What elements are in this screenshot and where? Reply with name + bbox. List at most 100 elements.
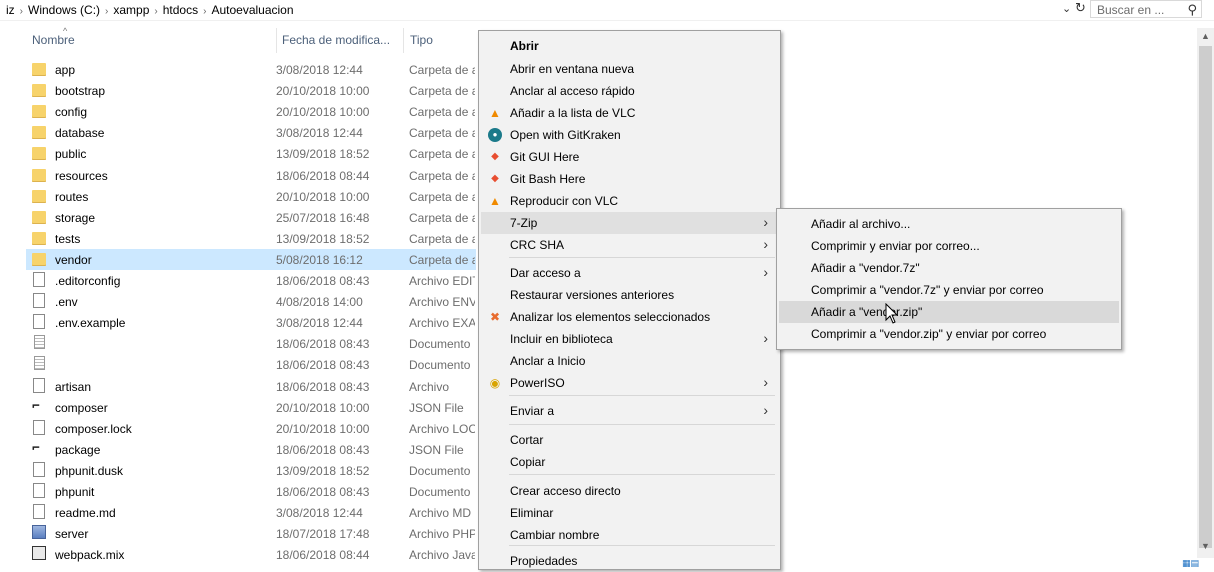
column-divider[interactable] [276, 28, 277, 53]
file-date: 3/08/2018 12:44 [276, 126, 363, 141]
menu-item-reproducir-con-vlc[interactable]: ▲ Reproducir con VLC [481, 190, 778, 212]
address-bar[interactable]: iz › Windows (C:) › xampp › htdocs › Autoevaluac… [0, 0, 1214, 21]
menu-item-copiar[interactable]: Copiar [481, 451, 778, 473]
menu-item-anclar-al-acceso-rapido[interactable]: Anclar al acceso rápido [481, 80, 778, 102]
file-row[interactable]: .env 4/08/2018 14:00 Archivo ENV [26, 291, 476, 312]
menu-item-cambiar-nombre[interactable]: Cambiar nombre [481, 524, 778, 546]
file-row[interactable]: routes 20/10/2018 10:00 Carpeta de a [26, 186, 476, 207]
menu-item-anclar-a-inicio[interactable]: Anclar a Inicio [481, 350, 778, 372]
file-row[interactable]: storage 25/07/2018 16:48 Carpeta de a [26, 207, 476, 228]
file-type: Documento [409, 358, 471, 373]
submenu-item-anadir-a-vendor-7z[interactable]: Añadir a "vendor.7z" [779, 257, 1119, 279]
file-icon [33, 377, 45, 393]
menu-item-abrir[interactable]: Abrir [481, 35, 778, 57]
file-row[interactable]: webpack.mix 18/06/2018 08:44 Archivo Java [26, 544, 476, 565]
file-type: Archivo Java [409, 548, 475, 563]
submenu-item-anadir-al-archivo[interactable]: Añadir al archivo... [779, 213, 1119, 235]
breadcrumb-item[interactable]: htdocs [163, 3, 198, 17]
submenu-item-label: Comprimir a "vendor.7z" y enviar por cor… [811, 283, 1044, 297]
mouse-cursor-icon [885, 303, 899, 324]
submenu-item-comprimir-a-vendor-7z-y-enviar-por-correo[interactable]: Comprimir a "vendor.7z" y enviar por cor… [779, 279, 1119, 301]
column-header-name[interactable]: Nombre [32, 33, 75, 47]
menu-item-label: Cambiar nombre [510, 528, 600, 542]
file-name: phpunit.dusk [55, 463, 124, 478]
submenu-item-label: Comprimir y enviar por correo... [811, 239, 980, 253]
file-row[interactable]: .env.example 3/08/2018 12:44 Archivo EXA [26, 312, 476, 333]
scroll-up-icon[interactable]: ▲ [1197, 28, 1214, 44]
file-row[interactable]: bootstrap 20/10/2018 10:00 Carpeta de a [26, 80, 476, 101]
breadcrumb-item[interactable]: Windows (C:) [28, 3, 100, 17]
menu-item-enviar-a[interactable]: Enviar a › [481, 400, 778, 422]
menu-item-propiedades[interactable]: Propiedades [481, 550, 778, 572]
file-date: 18/06/2018 08:43 [276, 442, 370, 457]
view-mode-icon[interactable]: ▦▤ [1182, 558, 1199, 569]
file-name: public [55, 147, 87, 162]
file-type: Archivo MD [409, 506, 472, 521]
file-row[interactable]: phpunit.dusk 13/09/2018 18:52 Documento [26, 460, 476, 481]
submenu-arrow-icon: › [763, 236, 768, 252]
menu-item-crc-sha[interactable]: CRC SHA › [481, 234, 778, 256]
submenu-item-comprimir-y-enviar-por-correo[interactable]: Comprimir y enviar por correo... [779, 235, 1119, 257]
file-row[interactable]: app 3/08/2018 12:44 Carpeta de a [26, 59, 476, 80]
file-date: 18/07/2018 17:48 [276, 527, 370, 542]
file-row[interactable]: vendor 5/08/2018 16:12 Carpeta de a [26, 248, 476, 270]
file-name: storage [55, 210, 96, 225]
analyze-icon: ✖ [489, 310, 501, 324]
gitkraken-icon: ● [488, 128, 502, 142]
search-input[interactable]: Buscar en ... ⚲ [1090, 0, 1202, 18]
address-dropdown-icon[interactable]: ⌄ [1062, 2, 1071, 15]
scroll-thumb[interactable] [1199, 46, 1212, 548]
menu-item-7-zip[interactable]: 7-Zip › [481, 212, 778, 234]
file-row[interactable]: tests 13/09/2018 18:52 Carpeta de a [26, 228, 476, 249]
file-row[interactable]: public 13/09/2018 18:52 Carpeta de a [26, 143, 476, 164]
column-header-type[interactable]: Tipo [410, 33, 433, 47]
column-divider[interactable] [403, 28, 404, 53]
menu-item-open-with-gitkraken[interactable]: ● Open with GitKraken [481, 124, 778, 146]
file-row[interactable]: 18/06/2018 08:43 Documento [26, 333, 476, 354]
breadcrumb-item[interactable]: xampp [113, 3, 149, 17]
file-type: Carpeta de a [409, 147, 475, 162]
menu-item-crear-acceso-directo[interactable]: Crear acceso directo [481, 480, 778, 502]
menu-item-incluir-en-biblioteca[interactable]: Incluir en biblioteca › [481, 328, 778, 350]
submenu-item-anadir-a-vendor-zip[interactable]: Añadir a "vendor.zip" [779, 301, 1119, 323]
menu-item-eliminar[interactable]: Eliminar [481, 502, 778, 524]
file-row[interactable]: resources 18/06/2018 08:44 Carpeta de a [26, 165, 476, 186]
file-row[interactable]: database 3/08/2018 12:44 Carpeta de a [26, 122, 476, 143]
menu-item-anadir-a-la-lista-de-vlc[interactable]: ▲ Añadir a la lista de VLC [481, 102, 778, 124]
submenu-item-comprimir-a-vendor-zip-y-enviar-por-correo[interactable]: Comprimir a "vendor.zip" y enviar por co… [779, 323, 1119, 345]
breadcrumb-item[interactable]: iz [6, 3, 15, 17]
menu-item-restaurar-versiones-anteriores[interactable]: Restaurar versiones anteriores [481, 284, 778, 306]
menu-item-label: Abrir [510, 39, 539, 53]
menu-separator [509, 424, 775, 425]
menu-separator [509, 545, 775, 546]
file-row[interactable]: .editorconfig 18/06/2018 08:43 Archivo EDI… [26, 270, 476, 291]
menu-item-label: Anclar al acceso rápido [510, 84, 635, 98]
file-row[interactable]: artisan 18/06/2018 08:43 Archivo [26, 376, 476, 397]
file-row[interactable]: server 18/07/2018 17:48 Archivo PHP [26, 523, 476, 544]
file-row[interactable]: 18/06/2018 08:43 Documento [26, 354, 476, 375]
refresh-icon[interactable]: ↻ [1075, 0, 1086, 16]
file-date: 13/09/2018 18:52 [276, 463, 370, 478]
menu-item-analizar-los-elementos-seleccionados[interactable]: ✖ Analizar los elementos seleccionados [481, 306, 778, 328]
file-row[interactable]: readme.md 3/08/2018 12:44 Archivo MD [26, 502, 476, 523]
file-row[interactable]: phpunit 18/06/2018 08:43 Documento [26, 481, 476, 502]
file-row[interactable]: composer.lock 20/10/2018 10:00 Archivo LOC [26, 418, 476, 439]
menu-item-git-gui-here[interactable]: ◆ Git GUI Here [481, 146, 778, 168]
file-row[interactable]: ⌐ composer 20/10/2018 10:00 JSON File [26, 397, 476, 418]
menu-item-label: 7-Zip [510, 216, 538, 230]
vertical-scrollbar[interactable]: ▲ ▼ [1197, 28, 1214, 558]
file-row[interactable]: ⌐ package 18/06/2018 08:43 JSON File [26, 439, 476, 460]
menu-item-dar-acceso-a[interactable]: Dar acceso a › [481, 262, 778, 284]
search-icon[interactable]: ⚲ [1187, 2, 1197, 18]
submenu-item-label: Añadir al archivo... [811, 217, 911, 231]
menu-item-git-bash-here[interactable]: ◆ Git Bash Here [481, 168, 778, 190]
menu-item-abrir-en-ventana-nueva[interactable]: Abrir en ventana nueva [481, 58, 778, 80]
menu-item-cortar[interactable]: Cortar [481, 429, 778, 451]
breadcrumb-item[interactable]: Autoevaluacion [211, 3, 293, 17]
menu-item-label: Enviar a [510, 404, 555, 418]
menu-item-poweriso[interactable]: ◉ PowerISO › [481, 372, 778, 394]
scroll-down-icon[interactable]: ▼ [1197, 538, 1214, 554]
column-header-date[interactable]: Fecha de modifica... [282, 33, 390, 47]
file-type: Archivo EDIT [409, 274, 475, 288]
file-row[interactable]: config 20/10/2018 10:00 Carpeta de a [26, 101, 476, 122]
